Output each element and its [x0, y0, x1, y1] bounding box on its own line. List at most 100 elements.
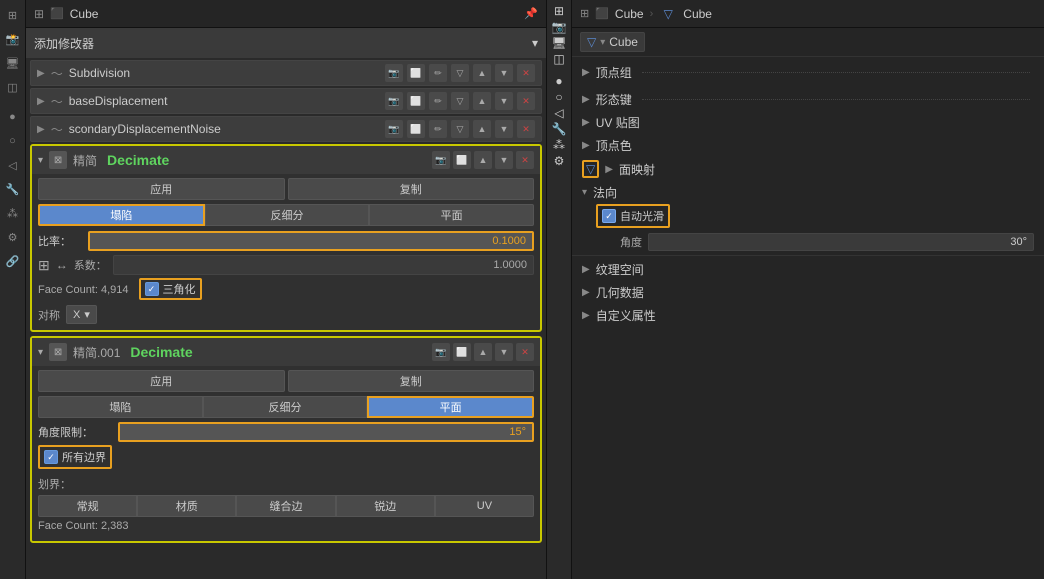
toolbar-icon-particles[interactable]: ⁂: [2, 202, 24, 224]
right-icon-particles[interactable]: ⁂: [553, 138, 565, 152]
decimate1-mode-planar[interactable]: 平面: [369, 204, 534, 226]
decimate2-boundary-checkbox[interactable]: ✓: [44, 450, 58, 464]
decimate1-camera-btn[interactable]: 📷: [432, 151, 450, 169]
decimate2-up-btn[interactable]: ▲: [474, 343, 492, 361]
mod-edit-btn[interactable]: ✏: [429, 64, 447, 82]
mod-render-btn[interactable]: ⬜: [407, 64, 425, 82]
decimate1-delete-btn[interactable]: ✕: [516, 151, 534, 169]
section-face-maps[interactable]: ▽ ▶ 面映射: [572, 157, 1044, 181]
right-icon-view[interactable]: ◫: [553, 52, 564, 66]
decimate2-seam-uv[interactable]: UV: [435, 495, 534, 517]
decimate2-apply-btn[interactable]: 应用: [38, 370, 285, 392]
section-texture-space[interactable]: ▶ 纹理空间: [572, 258, 1044, 281]
mod-arrow-basedisp[interactable]: ▶: [37, 96, 45, 107]
decimate1-coeff-value[interactable]: 1.0000: [113, 255, 534, 275]
toolbar-icon-render[interactable]: 📸: [2, 28, 24, 50]
decimate1-action-buttons: 应用 复制: [38, 178, 534, 200]
toolbar-icon-view-layer[interactable]: ◫: [2, 76, 24, 98]
decimate1-copy-btn[interactable]: 复制: [288, 178, 535, 200]
decimate2-copy-btn[interactable]: 复制: [288, 370, 535, 392]
decimate2-seam-sharp[interactable]: 锐边: [336, 495, 435, 517]
mod-delete-btn2[interactable]: ✕: [517, 92, 535, 110]
decimate2-seam-seam[interactable]: 缝合边: [236, 495, 335, 517]
object-selector[interactable]: ▽ ▾ Cube: [580, 32, 645, 52]
right-icon-layout[interactable]: ⊞: [554, 4, 564, 18]
mod-render-btn3[interactable]: ⬜: [407, 120, 425, 138]
decimate2-angle-input[interactable]: 15°: [118, 422, 534, 442]
decimate2-mode-unsubdiv[interactable]: 反细分: [203, 396, 368, 418]
object-selector-filter-icon: ▽: [587, 35, 596, 49]
mod-up-btn2[interactable]: ▲: [473, 92, 491, 110]
mod-camera-btn3[interactable]: 📷: [385, 120, 403, 138]
section-custom-props[interactable]: ▶ 自定义属性: [572, 304, 1044, 327]
decimate2-mode-planar[interactable]: 平面: [367, 396, 534, 418]
decimate2-render-btn[interactable]: ⬜: [453, 343, 471, 361]
section-uv-maps[interactable]: ▶ UV 贴图: [572, 111, 1044, 134]
toolbar-icon-output[interactable]: 🖥: [2, 52, 24, 74]
decimate2-camera-btn[interactable]: 📷: [432, 343, 450, 361]
decimate1-apply-btn[interactable]: 应用: [38, 178, 285, 200]
decimate1-mode-collapse[interactable]: 塌陷: [38, 204, 205, 226]
add-modifier-bar[interactable]: 添加修改器 ▾: [26, 28, 546, 58]
mod-down-btn2[interactable]: ▼: [495, 92, 513, 110]
decimate1-sym-dropdown[interactable]: X ▾: [66, 305, 97, 324]
mod-camera-btn2[interactable]: 📷: [385, 92, 403, 110]
toolbar-icon-physics[interactable]: ⚙: [2, 226, 24, 248]
toolbar-icon-layout[interactable]: ⊞: [2, 4, 24, 26]
right-icon-scene[interactable]: ●: [555, 74, 562, 88]
mod-edit-btn3[interactable]: ✏: [429, 120, 447, 138]
decimate1-down-btn[interactable]: ▼: [495, 151, 513, 169]
decimate2-mode-collapse[interactable]: 塌陷: [38, 396, 203, 418]
decimate2-down-btn[interactable]: ▼: [495, 343, 513, 361]
toolbar-icon-object[interactable]: ◁: [2, 154, 24, 176]
decimate2-seam-material[interactable]: 材质: [137, 495, 236, 517]
decimate2-actions: 📷 ⬜ ▲ ▼ ✕: [432, 343, 534, 361]
modifier-row-basedisp[interactable]: ▶ 〜 baseDisplacement 📷 ⬜ ✏ ▽ ▲ ▼ ✕: [30, 88, 542, 114]
mod-down-btn[interactable]: ▼: [495, 64, 513, 82]
right-icon-object[interactable]: ◁: [554, 106, 563, 120]
decimate1-ratio-input[interactable]: 0.1000: [88, 231, 534, 251]
uv-maps-label: UV 贴图: [596, 114, 640, 131]
mod-up-btn3[interactable]: ▲: [473, 120, 491, 138]
right-icon-physics[interactable]: ⚙: [554, 154, 565, 168]
mod-edit-btn2[interactable]: ✏: [429, 92, 447, 110]
pin-icon[interactable]: 📌: [524, 7, 538, 20]
mod-up-btn[interactable]: ▲: [473, 64, 491, 82]
section-shape-keys[interactable]: ▶ 形态键: [572, 88, 1044, 111]
toolbar-icon-constraints[interactable]: 🔗: [2, 250, 24, 272]
toolbar-icon-world[interactable]: ○: [2, 130, 24, 152]
decimate2-delete-btn[interactable]: ✕: [516, 343, 534, 361]
mod-delete-btn[interactable]: ✕: [517, 64, 535, 82]
right-icon-world[interactable]: ○: [555, 90, 562, 104]
mod-camera-btn[interactable]: 📷: [385, 64, 403, 82]
right-icon-modifier[interactable]: 🔧: [552, 122, 567, 136]
normals-header[interactable]: ▾ 法向: [572, 181, 1044, 204]
modifier-row-subdivision[interactable]: ▶ 〜 Subdivision 📷 ⬜ ✏ ▽ ▲ ▼ ✕: [30, 60, 542, 86]
decimate1-mode-unsubdiv[interactable]: 反细分: [205, 204, 370, 226]
decimate1-up-btn[interactable]: ▲: [474, 151, 492, 169]
mod-filter-btn[interactable]: ▽: [451, 64, 469, 82]
decimate1-render-btn[interactable]: ⬜: [453, 151, 471, 169]
right-icon-render[interactable]: 📷: [552, 20, 567, 34]
mod-arrow-subdivision[interactable]: ▶: [37, 68, 45, 79]
mod-delete-btn3[interactable]: ✕: [517, 120, 535, 138]
decimate2-seam-normal[interactable]: 常规: [38, 495, 137, 517]
mod-filter-btn2[interactable]: ▽: [451, 92, 469, 110]
toolbar-icon-scene[interactable]: ●: [2, 106, 24, 128]
section-vertex-group[interactable]: ▶ 顶点组: [572, 61, 1044, 84]
mod-down-btn3[interactable]: ▼: [495, 120, 513, 138]
auto-smooth-checkbox[interactable]: ✓: [602, 209, 616, 223]
decimate1-triangulate-checkbox[interactable]: ✓: [145, 282, 159, 296]
modifier-row-secdisp[interactable]: ▶ 〜 scondaryDisplacementNoise 📷 ⬜ ✏ ▽ ▲ …: [30, 116, 542, 142]
decimate2-arrow[interactable]: ▾: [38, 347, 43, 358]
decimate1-arrow[interactable]: ▾: [38, 155, 43, 166]
decimate1-ratio-row: 比率： 0.1000: [38, 230, 534, 252]
section-vertex-colors[interactable]: ▶ 顶点色: [572, 134, 1044, 157]
right-icon-output[interactable]: 🖥: [551, 36, 566, 50]
section-geometry[interactable]: ▶ 几何数据: [572, 281, 1044, 304]
mod-filter-btn3[interactable]: ▽: [451, 120, 469, 138]
mod-render-btn2[interactable]: ⬜: [407, 92, 425, 110]
normals-angle-value[interactable]: 30°: [648, 233, 1034, 251]
mod-arrow-secdisp[interactable]: ▶: [37, 124, 45, 135]
toolbar-icon-modifier[interactable]: 🔧: [2, 178, 24, 200]
